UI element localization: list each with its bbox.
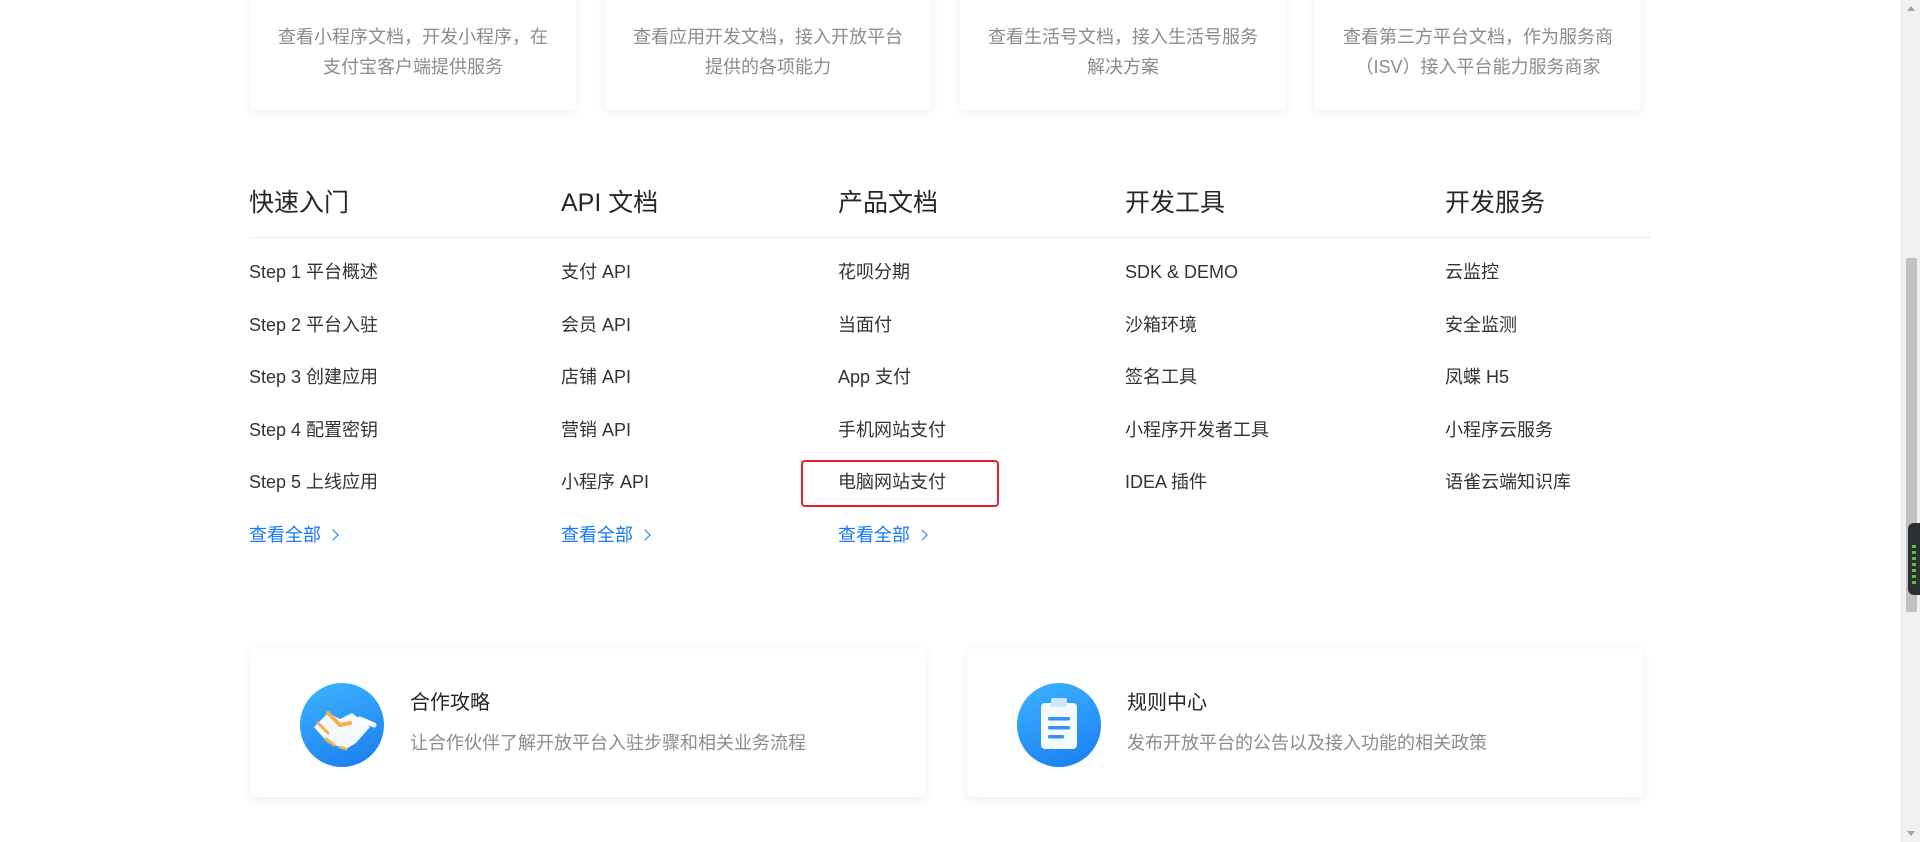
- nav-link[interactable]: 店铺 API: [561, 365, 649, 389]
- doc-card-miniprogram[interactable]: 查看小程序文档，开发小程序，在支付宝客户端提供服务: [250, 0, 576, 110]
- page: 查看小程序文档，开发小程序，在支付宝客户端提供服务 查看应用开发文档，接入开放平…: [0, 0, 1920, 842]
- card-title: 合作攻略: [410, 692, 490, 714]
- nav-link[interactable]: 云监控: [1445, 260, 1571, 284]
- nav-column-api: API 文档 支付 API 会员 API 店铺 API 营销 API 小程序 A…: [561, 185, 659, 545]
- scroll-down-arrow-icon[interactable]: [1907, 831, 1915, 836]
- nav-link[interactable]: 支付 API: [561, 260, 649, 284]
- nav-link[interactable]: 签名工具: [1125, 365, 1269, 389]
- doc-card-desc: 查看小程序文档，开发小程序，在支付宝客户端提供服务: [278, 27, 548, 77]
- nav-divider: [249, 237, 1651, 238]
- side-widget-tab[interactable]: [1908, 523, 1920, 595]
- nav-link[interactable]: 小程序云服务: [1445, 418, 1571, 442]
- nav-link[interactable]: IDEA 插件: [1125, 470, 1269, 494]
- nav-link[interactable]: 沙箱环境: [1125, 313, 1269, 337]
- nav-link[interactable]: Step 5 上线应用: [249, 470, 378, 494]
- see-all-label: 查看全部: [838, 524, 910, 545]
- column-title: API 文档: [561, 189, 659, 217]
- column-title: 快速入门: [249, 189, 350, 217]
- nav-link[interactable]: 手机网站支付: [838, 418, 946, 442]
- nav-link[interactable]: 语雀云端知识库: [1445, 470, 1571, 494]
- column-title: 开发工具: [1125, 189, 1226, 217]
- doc-card-desc: 查看应用开发文档，接入开放平台提供的各项能力: [633, 27, 903, 77]
- column-title: 产品文档: [838, 189, 939, 217]
- nav-column-products: 产品文档 花呗分期 当面付 App 支付 手机网站支付 电脑网站支付 查看全部: [838, 185, 946, 545]
- handshake-icon: [300, 683, 384, 767]
- nav-link[interactable]: 小程序 API: [561, 470, 649, 494]
- nav-link[interactable]: 营销 API: [561, 418, 649, 442]
- nav-link[interactable]: Step 2 平台入驻: [249, 313, 378, 337]
- column-title: 开发服务: [1445, 189, 1546, 217]
- nav-link[interactable]: 花呗分期: [838, 260, 946, 284]
- chevron-right-icon: [327, 529, 339, 541]
- nav-link[interactable]: 会员 API: [561, 313, 649, 337]
- nav-link[interactable]: Step 1 平台概述: [249, 260, 378, 284]
- see-all-link[interactable]: 查看全部: [838, 523, 946, 547]
- see-all-link[interactable]: 查看全部: [561, 523, 651, 547]
- nav-link[interactable]: 小程序开发者工具: [1125, 418, 1269, 442]
- clipboard-icon: [1017, 683, 1101, 767]
- cooperation-guide-card[interactable]: 合作攻略 让合作伙伴了解开放平台入驻步骤和相关业务流程: [250, 649, 926, 797]
- rules-center-card[interactable]: 规则中心 发布开放平台的公告以及接入功能的相关政策: [967, 649, 1643, 797]
- vertical-scrollbar[interactable]: [1901, 0, 1920, 842]
- see-all-link[interactable]: 查看全部: [249, 523, 378, 547]
- scroll-up-arrow-icon[interactable]: [1907, 6, 1915, 11]
- nav-link[interactable]: 安全监测: [1445, 313, 1571, 337]
- card-desc: 让合作伙伴了解开放平台入驻步骤和相关业务流程: [410, 733, 806, 753]
- nav-link[interactable]: Step 3 创建应用: [249, 365, 378, 389]
- doc-card-lifestyle[interactable]: 查看生活号文档，接入生活号服务解决方案: [960, 0, 1286, 110]
- nav-link[interactable]: App 支付: [838, 365, 946, 389]
- chevron-right-icon: [916, 529, 928, 541]
- nav-link[interactable]: 凤蝶 H5: [1445, 365, 1571, 389]
- doc-card-desc: 查看第三方平台文档，作为服务商（ISV）接入平台能力服务商家: [1343, 27, 1613, 77]
- nav-link[interactable]: SDK & DEMO: [1125, 260, 1269, 284]
- doc-card-desc: 查看生活号文档，接入生活号服务解决方案: [988, 27, 1258, 77]
- top-cards: 查看小程序文档，开发小程序，在支付宝客户端提供服务 查看应用开发文档，接入开放平…: [250, 0, 1642, 110]
- card-desc: 发布开放平台的公告以及接入功能的相关政策: [1127, 733, 1487, 753]
- nav-link[interactable]: Step 4 配置密钥: [249, 418, 378, 442]
- nav-column-tools: 开发工具 SDK & DEMO 沙箱环境 签名工具 小程序开发者工具 IDEA …: [1125, 185, 1269, 492]
- doc-card-isv[interactable]: 查看第三方平台文档，作为服务商（ISV）接入平台能力服务商家: [1315, 0, 1641, 110]
- signal-bars-icon: [1912, 545, 1916, 585]
- nav-link-pc-web-pay[interactable]: 电脑网站支付: [838, 470, 946, 494]
- see-all-label: 查看全部: [249, 524, 321, 545]
- nav-column-services: 开发服务 云监控 安全监测 凤蝶 H5 小程序云服务 语雀云端知识库: [1445, 185, 1571, 492]
- nav-column-quickstart: 快速入门 Step 1 平台概述 Step 2 平台入驻 Step 3 创建应用…: [249, 185, 378, 545]
- chevron-right-icon: [639, 529, 651, 541]
- card-title: 规则中心: [1127, 692, 1207, 714]
- see-all-label: 查看全部: [561, 524, 633, 545]
- nav-link[interactable]: 当面付: [838, 313, 946, 337]
- doc-card-app[interactable]: 查看应用开发文档，接入开放平台提供的各项能力: [605, 0, 931, 110]
